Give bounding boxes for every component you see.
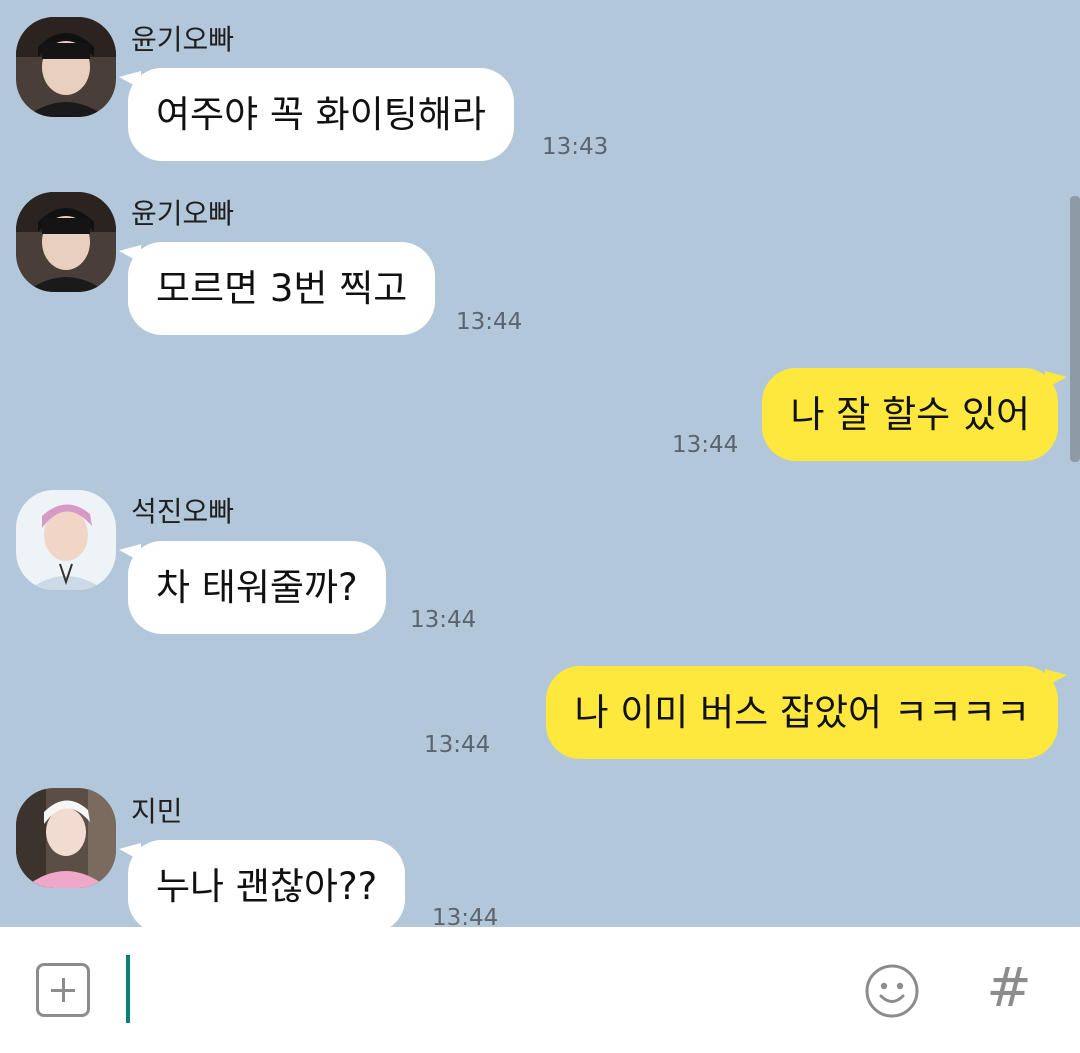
sender-name: 윤기오빠 <box>131 23 235 56</box>
hash-button[interactable]: # <box>984 957 1034 1019</box>
message-time: 13:44 <box>410 607 477 633</box>
profile-photo-icon <box>16 192 116 292</box>
chat-area[interactable]: 윤기오빠 여주야 꼭 화이팅해라 13:43 윤기오빠 모르면 3번 찍고 13… <box>0 0 1080 927</box>
avatar-seokjin[interactable] <box>16 490 116 590</box>
smiley-icon[interactable] <box>864 963 920 1019</box>
sender-name: 석진오빠 <box>131 495 235 528</box>
incoming-message-bubble[interactable]: 모르면 3번 찍고 <box>128 242 436 335</box>
avatar-yoongi[interactable] <box>16 192 116 292</box>
sender-name: 윤기오빠 <box>131 197 235 230</box>
outgoing-message-bubble[interactable]: 나 이미 버스 잡았어 ㅋㅋㅋㅋ <box>546 666 1058 759</box>
message-time: 13:44 <box>424 732 491 758</box>
message-time: 13:44 <box>432 905 499 927</box>
incoming-message-bubble[interactable]: 차 태워줄까? <box>128 541 386 634</box>
incoming-message-bubble[interactable]: 여주야 꼭 화이팅해라 <box>128 68 514 161</box>
message-time: 13:44 <box>456 309 523 335</box>
scrollbar-thumb[interactable] <box>1070 196 1080 462</box>
profile-photo-icon <box>16 788 116 888</box>
sender-name: 지민 <box>131 795 183 828</box>
profile-photo-icon <box>16 490 116 590</box>
message-input[interactable] <box>140 953 844 1027</box>
message-composer: # <box>0 927 1080 1053</box>
text-cursor <box>126 955 130 1023</box>
message-time: 13:44 <box>672 432 739 458</box>
profile-photo-icon <box>16 17 116 117</box>
plus-square-icon[interactable] <box>36 963 90 1017</box>
incoming-message-bubble[interactable]: 누나 괜찮아?? <box>128 840 406 927</box>
avatar-jimin[interactable] <box>16 788 116 888</box>
avatar-yoongi[interactable] <box>16 17 116 117</box>
message-time: 13:43 <box>542 134 609 160</box>
outgoing-message-bubble[interactable]: 나 잘 할수 있어 <box>762 368 1058 461</box>
